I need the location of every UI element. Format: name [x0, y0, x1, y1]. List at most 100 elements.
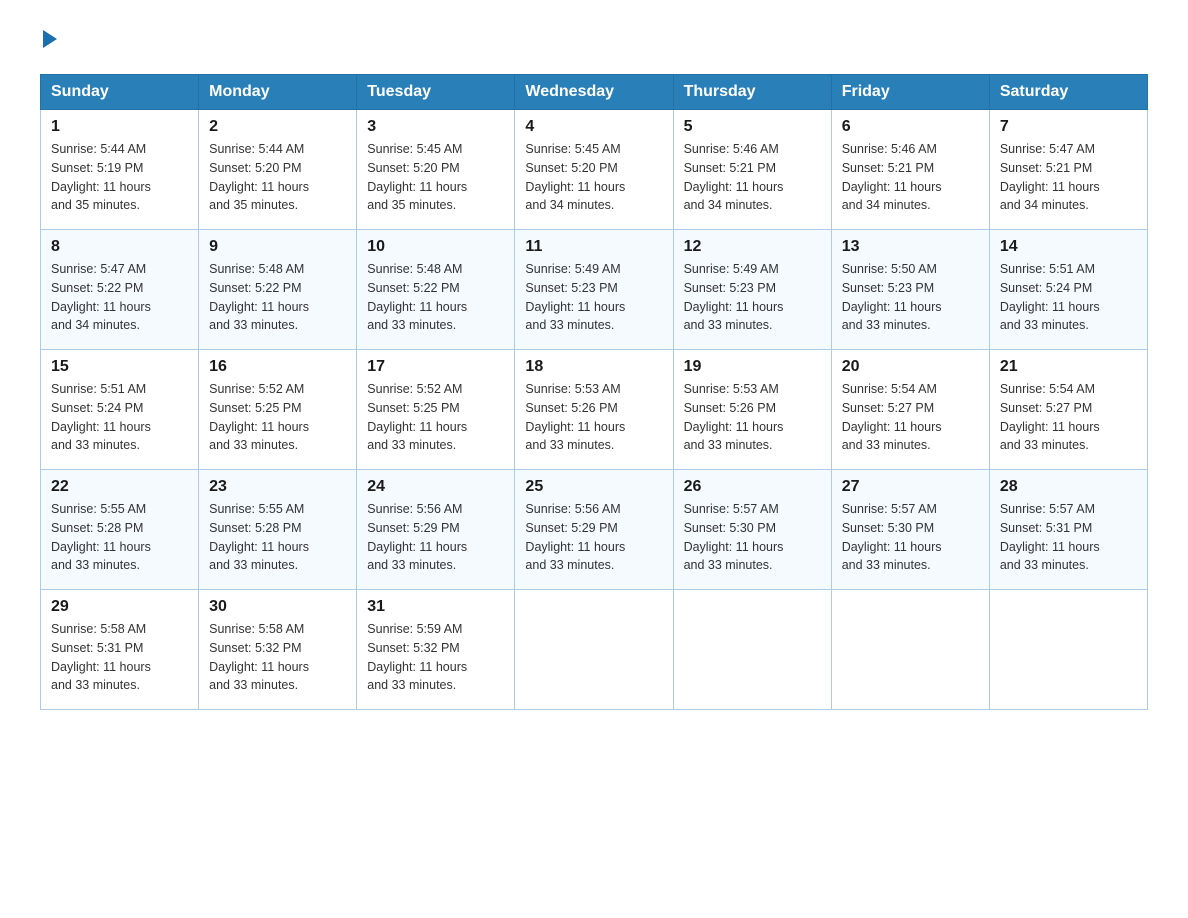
calendar-cell: 13 Sunrise: 5:50 AMSunset: 5:23 PMDayligh… [831, 230, 989, 350]
calendar-cell: 8Sunrise: 5:47 AMSunset: 5:22 PMDaylight… [41, 230, 199, 350]
day-number: 22 [51, 478, 188, 496]
calendar-cell: 7 Sunrise: 5:47 AMSunset: 5:21 PMDaylight… [989, 110, 1147, 230]
calendar-week-row: 29 Sunrise: 5:58 AMSunset: 5:31 PMDayligh… [41, 590, 1148, 710]
day-number: 5 [684, 118, 821, 136]
calendar-cell: 22 Sunrise: 5:55 AMSunset: 5:28 PMDayligh… [41, 470, 199, 590]
day-number: 29 [51, 598, 188, 616]
day-number: 11 [525, 238, 662, 256]
day-info: Sunrise: 5:52 AMSunset: 5:25 PMDaylight:… [209, 380, 346, 455]
calendar-body: 1 Sunrise: 5:44 AMSunset: 5:19 PMDaylight… [41, 110, 1148, 710]
day-number: 23 [209, 478, 346, 496]
day-number: 9 [209, 238, 346, 256]
day-info: Sunrise: 5:50 AMSunset: 5:23 PMDaylight:… [842, 260, 979, 335]
day-info: Sunrise: 5:54 AMSunset: 5:27 PMDaylight:… [842, 380, 979, 455]
day-number: 24 [367, 478, 504, 496]
day-info: Sunrise: 5:55 AMSunset: 5:28 PMDaylight:… [209, 500, 346, 575]
weekday-header-wednesday: Wednesday [515, 75, 673, 110]
day-number: 19 [684, 358, 821, 376]
calendar-cell: 23 Sunrise: 5:55 AMSunset: 5:28 PMDayligh… [199, 470, 357, 590]
calendar-cell: 15 Sunrise: 5:51 AMSunset: 5:24 PMDayligh… [41, 350, 199, 470]
day-number: 3 [367, 118, 504, 136]
calendar-cell: 1 Sunrise: 5:44 AMSunset: 5:19 PMDaylight… [41, 110, 199, 230]
day-number: 16 [209, 358, 346, 376]
calendar-cell: 11 Sunrise: 5:49 AMSunset: 5:23 PMDayligh… [515, 230, 673, 350]
calendar-cell: 25 Sunrise: 5:56 AMSunset: 5:29 PMDayligh… [515, 470, 673, 590]
calendar-cell [673, 590, 831, 710]
logo-triangle-icon [43, 30, 57, 48]
calendar-cell: 17 Sunrise: 5:52 AMSunset: 5:25 PMDayligh… [357, 350, 515, 470]
day-number: 4 [525, 118, 662, 136]
day-info: Sunrise: 5:57 AMSunset: 5:30 PMDaylight:… [684, 500, 821, 575]
day-number: 10 [367, 238, 504, 256]
logo [40, 30, 57, 54]
weekday-header-monday: Monday [199, 75, 357, 110]
day-number: 17 [367, 358, 504, 376]
day-number: 2 [209, 118, 346, 136]
calendar-week-row: 22 Sunrise: 5:55 AMSunset: 5:28 PMDayligh… [41, 470, 1148, 590]
calendar-cell: 18 Sunrise: 5:53 AMSunset: 5:26 PMDayligh… [515, 350, 673, 470]
calendar-table: SundayMondayTuesdayWednesdayThursdayFrid… [40, 74, 1148, 710]
day-number: 13 [842, 238, 979, 256]
calendar-cell: 27Sunrise: 5:57 AMSunset: 5:30 PMDayligh… [831, 470, 989, 590]
calendar-cell: 9 Sunrise: 5:48 AMSunset: 5:22 PMDaylight… [199, 230, 357, 350]
day-info: Sunrise: 5:58 AMSunset: 5:31 PMDaylight:… [51, 620, 188, 695]
calendar-cell: 16 Sunrise: 5:52 AMSunset: 5:25 PMDayligh… [199, 350, 357, 470]
calendar-cell: 29 Sunrise: 5:58 AMSunset: 5:31 PMDayligh… [41, 590, 199, 710]
weekday-header-friday: Friday [831, 75, 989, 110]
day-info: Sunrise: 5:53 AMSunset: 5:26 PMDaylight:… [525, 380, 662, 455]
day-info: Sunrise: 5:57 AMSunset: 5:31 PMDaylight:… [1000, 500, 1137, 575]
day-info: Sunrise: 5:46 AMSunset: 5:21 PMDaylight:… [684, 140, 821, 215]
day-info: Sunrise: 5:49 AMSunset: 5:23 PMDaylight:… [684, 260, 821, 335]
calendar-cell: 20 Sunrise: 5:54 AMSunset: 5:27 PMDayligh… [831, 350, 989, 470]
calendar-cell: 3Sunrise: 5:45 AMSunset: 5:20 PMDaylight… [357, 110, 515, 230]
day-number: 7 [1000, 118, 1137, 136]
day-number: 1 [51, 118, 188, 136]
weekday-header-thursday: Thursday [673, 75, 831, 110]
day-number: 18 [525, 358, 662, 376]
day-info: Sunrise: 5:56 AMSunset: 5:29 PMDaylight:… [525, 500, 662, 575]
weekday-header-saturday: Saturday [989, 75, 1147, 110]
day-number: 14 [1000, 238, 1137, 256]
day-number: 6 [842, 118, 979, 136]
day-number: 28 [1000, 478, 1137, 496]
calendar-cell: 31Sunrise: 5:59 AMSunset: 5:32 PMDayligh… [357, 590, 515, 710]
calendar-week-row: 15 Sunrise: 5:51 AMSunset: 5:24 PMDayligh… [41, 350, 1148, 470]
day-number: 26 [684, 478, 821, 496]
calendar-header: SundayMondayTuesdayWednesdayThursdayFrid… [41, 75, 1148, 110]
day-info: Sunrise: 5:51 AMSunset: 5:24 PMDaylight:… [51, 380, 188, 455]
day-info: Sunrise: 5:52 AMSunset: 5:25 PMDaylight:… [367, 380, 504, 455]
calendar-cell: 12 Sunrise: 5:49 AMSunset: 5:23 PMDayligh… [673, 230, 831, 350]
day-number: 12 [684, 238, 821, 256]
day-info: Sunrise: 5:53 AMSunset: 5:26 PMDaylight:… [684, 380, 821, 455]
calendar-cell: 2 Sunrise: 5:44 AMSunset: 5:20 PMDaylight… [199, 110, 357, 230]
day-info: Sunrise: 5:59 AMSunset: 5:32 PMDaylight:… [367, 620, 504, 695]
weekday-header-sunday: Sunday [41, 75, 199, 110]
calendar-week-row: 8Sunrise: 5:47 AMSunset: 5:22 PMDaylight… [41, 230, 1148, 350]
day-info: Sunrise: 5:47 AMSunset: 5:21 PMDaylight:… [1000, 140, 1137, 215]
day-info: Sunrise: 5:44 AMSunset: 5:20 PMDaylight:… [209, 140, 346, 215]
day-info: Sunrise: 5:55 AMSunset: 5:28 PMDaylight:… [51, 500, 188, 575]
day-info: Sunrise: 5:48 AMSunset: 5:22 PMDaylight:… [209, 260, 346, 335]
day-info: Sunrise: 5:49 AMSunset: 5:23 PMDaylight:… [525, 260, 662, 335]
calendar-cell: 5 Sunrise: 5:46 AMSunset: 5:21 PMDaylight… [673, 110, 831, 230]
weekday-header-tuesday: Tuesday [357, 75, 515, 110]
day-number: 30 [209, 598, 346, 616]
day-number: 20 [842, 358, 979, 376]
day-info: Sunrise: 5:48 AMSunset: 5:22 PMDaylight:… [367, 260, 504, 335]
page-header [40, 30, 1148, 54]
day-info: Sunrise: 5:58 AMSunset: 5:32 PMDaylight:… [209, 620, 346, 695]
calendar-cell [831, 590, 989, 710]
day-info: Sunrise: 5:44 AMSunset: 5:19 PMDaylight:… [51, 140, 188, 215]
calendar-cell: 4 Sunrise: 5:45 AMSunset: 5:20 PMDaylight… [515, 110, 673, 230]
calendar-cell: 24 Sunrise: 5:56 AMSunset: 5:29 PMDayligh… [357, 470, 515, 590]
weekday-header-row: SundayMondayTuesdayWednesdayThursdayFrid… [41, 75, 1148, 110]
day-number: 27 [842, 478, 979, 496]
day-number: 8 [51, 238, 188, 256]
calendar-cell: 14Sunrise: 5:51 AMSunset: 5:24 PMDayligh… [989, 230, 1147, 350]
calendar-cell [989, 590, 1147, 710]
day-info: Sunrise: 5:56 AMSunset: 5:29 PMDaylight:… [367, 500, 504, 575]
calendar-cell: 26 Sunrise: 5:57 AMSunset: 5:30 PMDayligh… [673, 470, 831, 590]
day-info: Sunrise: 5:45 AMSunset: 5:20 PMDaylight:… [525, 140, 662, 215]
day-number: 15 [51, 358, 188, 376]
day-number: 25 [525, 478, 662, 496]
